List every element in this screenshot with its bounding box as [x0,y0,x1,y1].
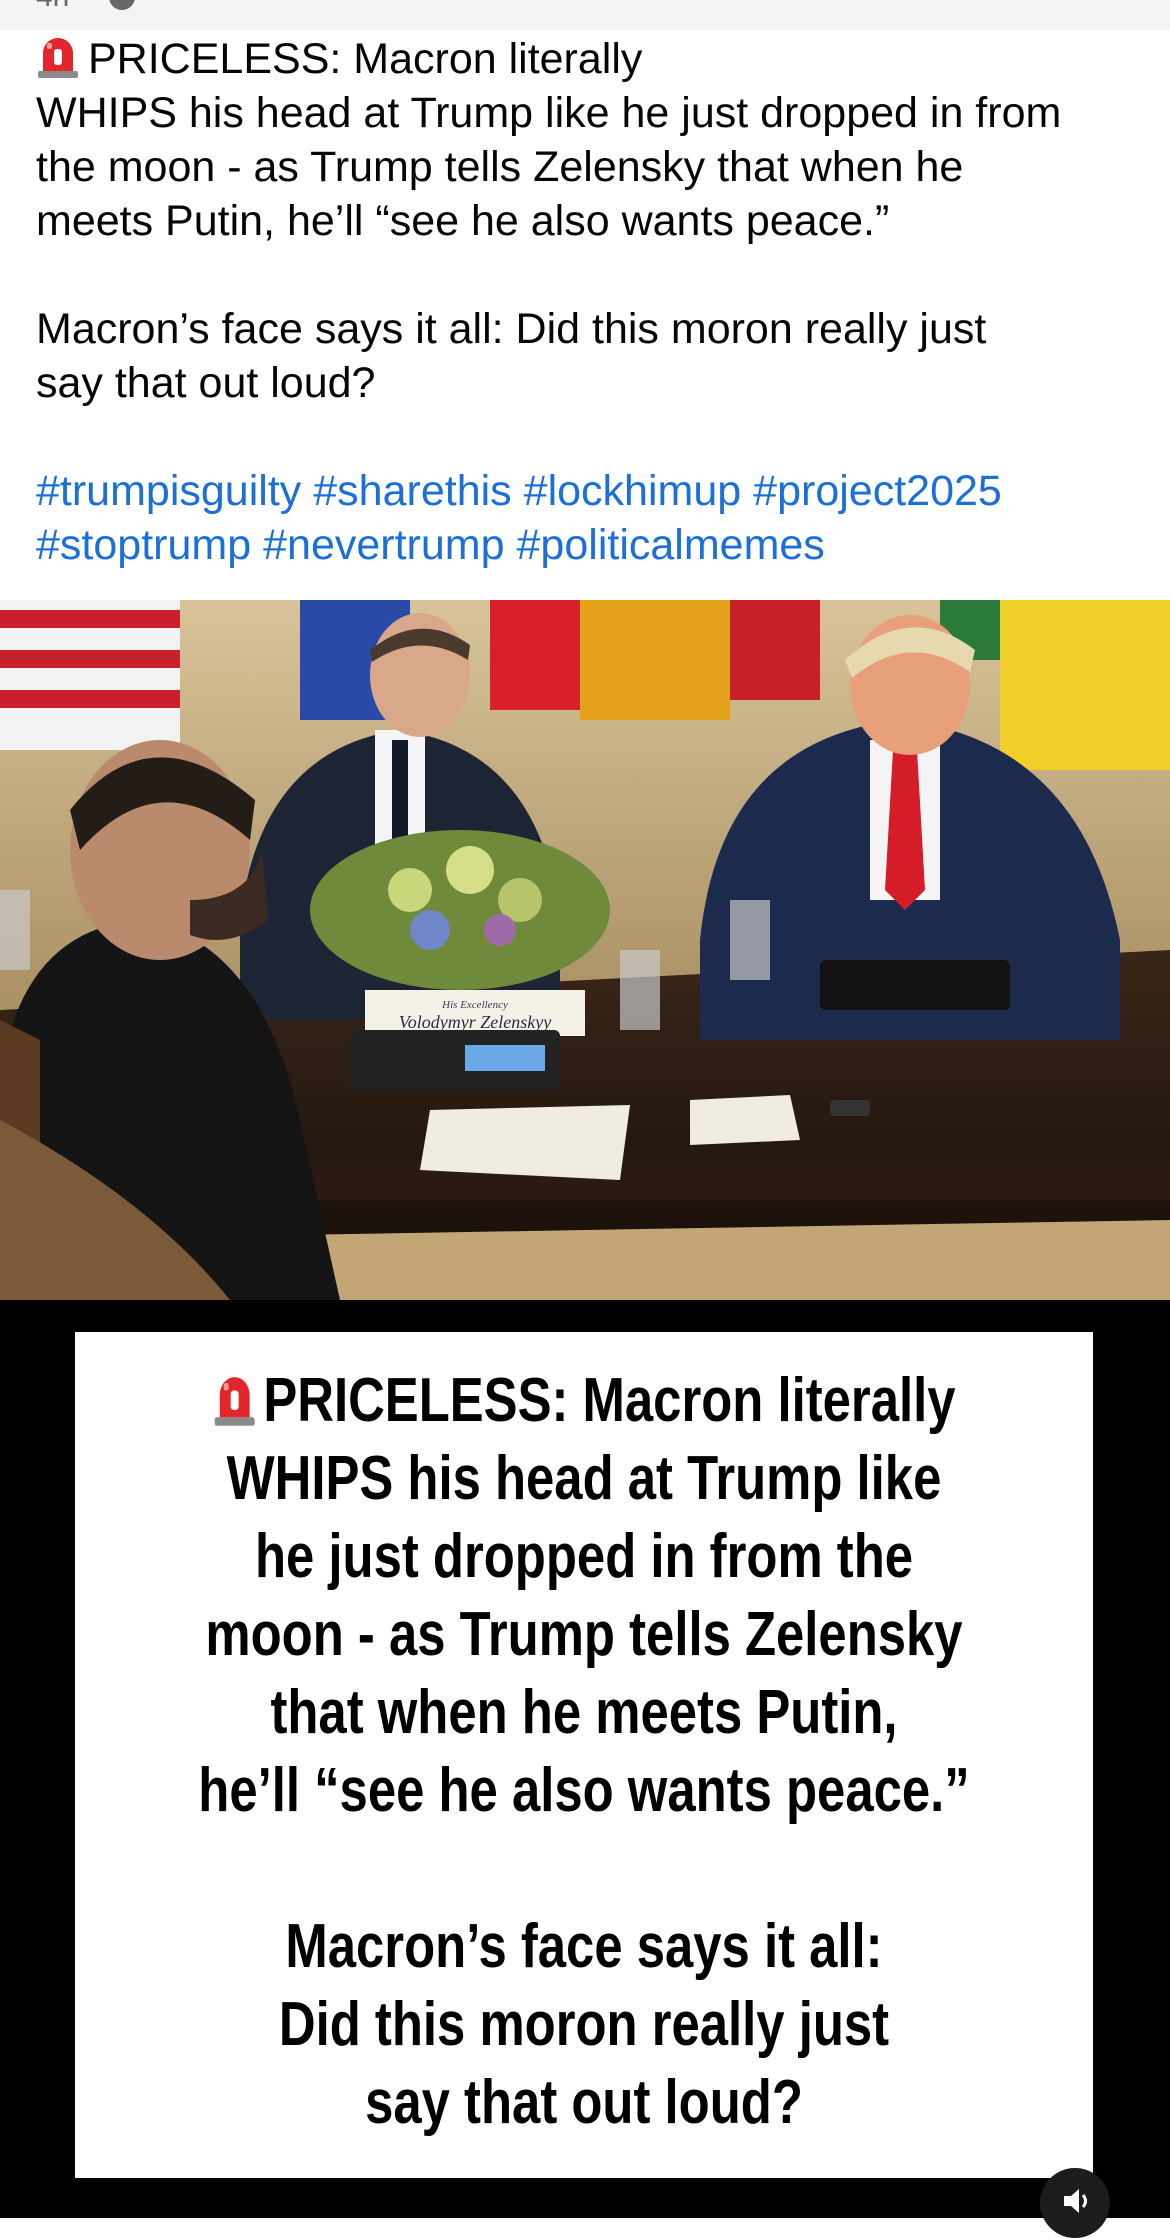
post-meta: 4h [36,0,136,14]
post-time: 4h [36,0,69,14]
meme-line: PRICELESS: Macron literally [167,1362,1002,1440]
globe-icon [109,0,136,10]
hashtag-line: #stoptrump #nevertrump #politicalmemes [36,518,1146,572]
post-line: Macron’s face says it all: Did this moro… [36,305,987,353]
meme-text-card: PRICELESS: Macron literally WHIPS his he… [75,1332,1093,2178]
post-line: the moon - as Trump tells Zelensky that … [36,143,964,191]
hashtag-link[interactable]: #politicalmemes [517,521,825,569]
meme-text: PRICELESS: Macron literally WHIPS his he… [167,1362,1002,2142]
hashtag-line: #trumpisguilty #sharethis #lockhimup #proje… [36,464,1146,518]
post-text: PRICELESS: Macron literally WHIPS his he… [36,32,1146,572]
meeting-scene: His Excellency Volodymyr Zelenskyy [0,600,1170,1300]
meme-line: Did this moron really just [278,1990,890,2059]
post-line: say that out loud? [36,359,376,407]
sound-button[interactable] [1040,2168,1110,2238]
meme-line: WHIPS his head at Trump like [226,1444,942,1513]
nameplate-line2: Volodymyr Zelenskyy [399,1012,551,1032]
hashtag-link[interactable]: #project2025 [753,467,1002,515]
post-line: meets Putin, he’ll “see he also wants pe… [36,197,890,245]
meme-line: he’ll “see he also wants peace.” [198,1756,970,1825]
hashtag-link[interactable]: #sharethis [313,467,511,515]
hashtag-link[interactable]: #trumpisguilty [36,467,301,515]
meme-line: Macron’s face says it all: [285,1912,883,1981]
nameplate-line1: His Excellency [441,999,508,1011]
meme-line: say that out loud? [365,2068,803,2137]
speaker-icon [1064,2189,1087,2213]
status-strip [0,0,1170,30]
siren-icon [212,1368,256,1426]
hashtag-link[interactable]: #lockhimup [524,467,742,515]
post-line: PRICELESS: Macron literally [36,32,1146,86]
meme-line: moon - as Trump tells Zelensky [205,1600,963,1669]
hashtag-link[interactable]: #nevertrump [263,521,504,569]
siren-icon [36,33,80,79]
hashtag-link[interactable]: #stoptrump [36,521,251,569]
post-photo[interactable]: His Excellency Volodymyr Zelenskyy [0,600,1170,1300]
meme-line: he just dropped in from the [254,1522,914,1591]
meme-line: that when he meets Putin, [270,1678,898,1747]
post-line: WHIPS his head at Trump like he just dro… [36,89,1062,137]
